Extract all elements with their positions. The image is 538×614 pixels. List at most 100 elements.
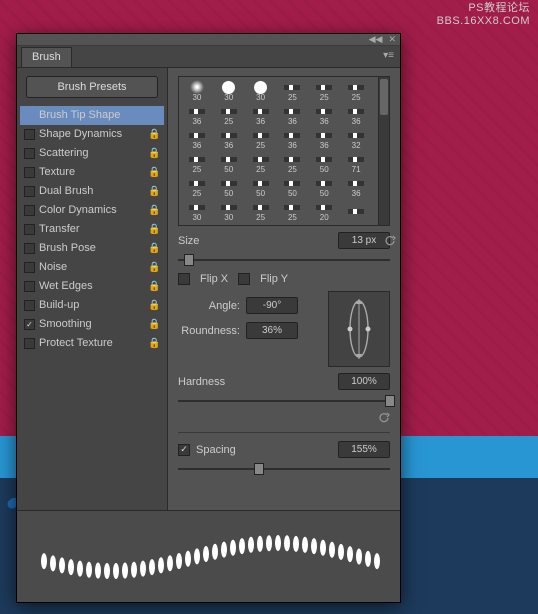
sidebar-checkbox[interactable] xyxy=(24,186,35,197)
sidebar-checkbox[interactable] xyxy=(24,205,35,216)
hardness-slider[interactable] xyxy=(178,394,390,408)
flipx-label: Flip X xyxy=(200,273,228,285)
sidebar-item-brush-pose[interactable]: Brush Pose🔒 xyxy=(20,239,164,258)
flipy-checkbox[interactable] xyxy=(238,273,250,285)
brush-thumb[interactable]: 32 xyxy=(340,127,372,151)
spacing-label: Spacing xyxy=(196,444,236,456)
sidebar-item-brush-tip-shape[interactable]: Brush Tip Shape xyxy=(20,106,164,125)
lock-icon: 🔒 xyxy=(148,262,160,273)
brush-presets-button[interactable]: Brush Presets xyxy=(26,76,158,98)
lock-icon: 🔒 xyxy=(148,129,160,140)
brush-thumb[interactable]: 25 xyxy=(308,79,340,103)
sidebar-item-transfer[interactable]: Transfer🔒 xyxy=(20,220,164,239)
spacing-slider[interactable] xyxy=(178,462,390,476)
brush-thumb[interactable]: 25 xyxy=(277,79,309,103)
brush-thumb[interactable]: 36 xyxy=(308,127,340,151)
brush-thumb[interactable]: 25 xyxy=(181,175,213,199)
sidebar-item-shape-dynamics[interactable]: Shape Dynamics🔒 xyxy=(20,125,164,144)
brush-thumb[interactable]: 25 xyxy=(245,151,277,175)
sidebar-checkbox[interactable] xyxy=(24,224,35,235)
sidebar-checkbox[interactable] xyxy=(24,129,35,140)
brush-thumb[interactable]: 36 xyxy=(277,127,309,151)
lock-icon: 🔒 xyxy=(148,281,160,292)
brush-thumb[interactable]: 30 xyxy=(213,79,245,103)
brush-thumb[interactable]: 36 xyxy=(277,103,309,127)
sidebar-checkbox[interactable] xyxy=(24,300,35,311)
brush-thumb[interactable]: 25 xyxy=(277,151,309,175)
sidebar-checkbox[interactable] xyxy=(24,262,35,273)
sidebar-item-dual-brush[interactable]: Dual Brush🔒 xyxy=(20,182,164,201)
sidebar-item-label: Protect Texture xyxy=(39,337,144,349)
brush-thumb[interactable]: 25 xyxy=(181,151,213,175)
grid-scrollbar[interactable] xyxy=(378,77,389,225)
brush-thumb[interactable]: 36 xyxy=(308,103,340,127)
sidebar-item-label: Brush Pose xyxy=(39,242,144,254)
sidebar-checkbox[interactable] xyxy=(24,338,35,349)
brush-thumb[interactable]: 36 xyxy=(181,103,213,127)
brush-thumb[interactable]: 36 xyxy=(340,175,372,199)
brush-thumb[interactable]: 25 xyxy=(213,103,245,127)
brush-thumb[interactable]: 30 xyxy=(181,199,213,223)
panel-menu-icon[interactable]: ▾≡ xyxy=(383,50,394,61)
sidebar-item-texture[interactable]: Texture🔒 xyxy=(20,163,164,182)
brush-thumb[interactable]: 50 xyxy=(213,151,245,175)
sidebar-checkbox[interactable] xyxy=(24,148,35,159)
brush-sidebar: Brush Presets Brush Tip ShapeShape Dynam… xyxy=(17,68,168,510)
brush-thumb[interactable]: 50 xyxy=(308,151,340,175)
angle-control[interactable] xyxy=(328,291,390,367)
sidebar-checkbox[interactable] xyxy=(24,281,35,292)
sidebar-checkbox[interactable] xyxy=(24,243,35,254)
brush-thumb[interactable]: 50 xyxy=(277,175,309,199)
sidebar-item-noise[interactable]: Noise 🔒 xyxy=(20,258,164,277)
brush-thumb[interactable]: 30 xyxy=(245,79,277,103)
hardness-revert-icon[interactable] xyxy=(378,412,390,424)
flipx-checkbox[interactable] xyxy=(178,273,190,285)
hardness-label: Hardness xyxy=(178,376,240,388)
brush-thumb[interactable]: 30 xyxy=(213,199,245,223)
brush-thumb[interactable]: 36 xyxy=(340,103,372,127)
brush-thumb[interactable]: 36 xyxy=(213,127,245,151)
brush-thumbnail-grid[interactable]: 3030302525253625363636363636253636322550… xyxy=(178,76,390,226)
brush-stroke-preview xyxy=(17,510,400,602)
sidebar-item-protect-texture[interactable]: Protect Texture 🔒 xyxy=(20,334,164,353)
spacing-value[interactable]: 155% xyxy=(338,441,390,458)
lock-icon: 🔒 xyxy=(148,148,160,159)
size-value[interactable]: 13 px xyxy=(338,232,390,249)
hardness-value[interactable]: 100% xyxy=(338,373,390,390)
angle-value[interactable]: -90° xyxy=(246,297,298,314)
panel-close-icon[interactable]: ✕ xyxy=(388,34,396,45)
sidebar-item-label: Noise xyxy=(39,261,144,273)
sidebar-item-label: Build-up xyxy=(39,299,144,311)
brush-thumb[interactable]: 50 xyxy=(213,175,245,199)
brush-thumb[interactable]: 36 xyxy=(245,103,277,127)
brush-thumb[interactable]: 25 xyxy=(277,199,309,223)
brush-thumb[interactable]: 50 xyxy=(245,175,277,199)
lock-icon: 🔒 xyxy=(148,167,160,178)
sidebar-item-build-up[interactable]: Build-up🔒 xyxy=(20,296,164,315)
brush-thumb[interactable] xyxy=(340,199,372,223)
tab-brush[interactable]: Brush xyxy=(21,47,72,67)
size-revert-icon[interactable] xyxy=(384,235,396,247)
sidebar-checkbox[interactable]: ✓ xyxy=(24,319,35,330)
sidebar-item-smoothing[interactable]: ✓Smoothing🔒 xyxy=(20,315,164,334)
panel-collapse-icon[interactable]: ◀◀ xyxy=(369,34,383,45)
sidebar-checkbox[interactable] xyxy=(24,167,35,178)
brush-thumb[interactable]: 71 xyxy=(340,151,372,175)
roundness-value[interactable]: 36% xyxy=(246,322,298,339)
brush-thumb[interactable]: 25 xyxy=(245,127,277,151)
spacing-checkbox[interactable]: ✓ xyxy=(178,444,190,456)
sidebar-item-wet-edges[interactable]: Wet Edges🔒 xyxy=(20,277,164,296)
brush-thumb[interactable]: 25 xyxy=(340,79,372,103)
sidebar-item-scattering[interactable]: Scattering🔒 xyxy=(20,144,164,163)
brush-thumb[interactable]: 20 xyxy=(308,199,340,223)
brush-thumb[interactable]: 25 xyxy=(245,199,277,223)
brush-thumb[interactable]: 50 xyxy=(308,175,340,199)
size-slider[interactable] xyxy=(178,253,390,267)
sidebar-item-label: Color Dynamics xyxy=(39,204,144,216)
brush-thumb[interactable]: 30 xyxy=(181,79,213,103)
lock-icon: 🔒 xyxy=(148,224,160,235)
watermark-line2: BBS.16XX8.COM xyxy=(437,15,530,28)
sidebar-item-color-dynamics[interactable]: Color Dynamics🔒 xyxy=(20,201,164,220)
brush-thumb[interactable]: 36 xyxy=(181,127,213,151)
lock-icon: 🔒 xyxy=(148,338,160,349)
